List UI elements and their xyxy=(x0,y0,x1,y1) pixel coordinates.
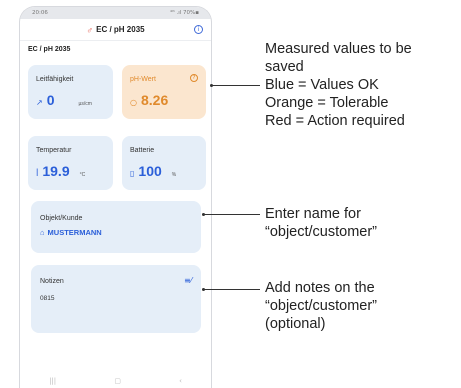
temperature-value: 19.9 xyxy=(42,163,70,179)
status-indicators: ⁴ᴳ .ıl 70%▪ xyxy=(169,10,199,16)
ph-icon: ○ xyxy=(130,98,137,107)
object-customer-card[interactable]: Objekt/Kunde ⌂ MUSTERMANN xyxy=(31,201,201,253)
ph-value: 8.26 xyxy=(140,92,169,108)
status-time: 20:06 xyxy=(32,10,48,16)
brand-logo-icon: ♂ xyxy=(86,24,94,35)
conductivity-icon: ↗ xyxy=(36,98,43,107)
temperature-unit: °C xyxy=(79,172,86,178)
battery-unit: % xyxy=(171,172,177,178)
temperature-label: Temperatur xyxy=(36,147,72,154)
annotation-values: Measured values to be saved Blue = Value… xyxy=(265,41,412,129)
conductivity-tile[interactable]: Leitfähigkeit ↗ 0 µs/cm xyxy=(28,65,113,119)
battery-value: 100 xyxy=(138,163,162,179)
object-customer-value: MUSTERMANN xyxy=(47,228,102,237)
app-title-text: EC / pH 2035 xyxy=(96,25,145,34)
phone-screen: 20:06 ⁴ᴳ .ıl 70%▪ ♂ EC / pH 2035 i EC / … xyxy=(19,6,212,388)
ph-label: pH-Wert xyxy=(130,76,156,83)
temperature-tile[interactable]: Temperatur ꟾ 19.9 °C xyxy=(28,136,113,190)
recent-apps-icon[interactable]: ||| xyxy=(49,377,56,385)
conductivity-label: Leitfähigkeit xyxy=(36,76,74,83)
info-icon[interactable]: i xyxy=(194,25,203,34)
annotation-notes: Add notes on the “object/customer” (opti… xyxy=(265,280,378,332)
home-icon: ⌂ xyxy=(40,228,45,237)
conductivity-value: 0 xyxy=(46,92,55,108)
ph-tile[interactable]: pH-Wert ? ○ 8.26 xyxy=(122,65,206,119)
battery-label: Batterie xyxy=(130,147,155,154)
conductivity-unit: µs/cm xyxy=(78,101,92,107)
help-icon[interactable]: ? xyxy=(190,74,198,82)
object-customer-label: Objekt/Kunde xyxy=(40,215,83,222)
battery-icon: ▯ xyxy=(130,169,135,178)
edit-notes-icon[interactable]: ≡⁄ xyxy=(184,276,192,285)
notes-card[interactable]: Notizen ≡⁄ 0815 xyxy=(31,265,201,333)
annotation-object: Enter name for “object/customer” xyxy=(265,206,378,240)
section-label: EC / pH 2035 xyxy=(28,46,71,53)
app-bar: ♂ EC / pH 2035 i xyxy=(20,19,211,41)
thermometer-icon: ꟾ xyxy=(36,169,39,178)
nav-bar: ||| ▢ ‹ xyxy=(20,374,211,388)
callout-line-values xyxy=(212,85,260,86)
callout-line-object xyxy=(204,214,260,215)
back-icon[interactable]: ‹ xyxy=(179,377,182,385)
home-nav-icon[interactable]: ▢ xyxy=(114,377,121,385)
app-title: ♂ EC / pH 2035 xyxy=(86,25,144,35)
battery-tile[interactable]: Batterie ▯ 100 % xyxy=(122,136,206,190)
status-bar: 20:06 ⁴ᴳ .ıl 70%▪ xyxy=(20,7,211,19)
notes-value: 0815 xyxy=(40,295,55,302)
callout-line-notes xyxy=(204,289,260,290)
notes-label: Notizen xyxy=(40,278,64,285)
